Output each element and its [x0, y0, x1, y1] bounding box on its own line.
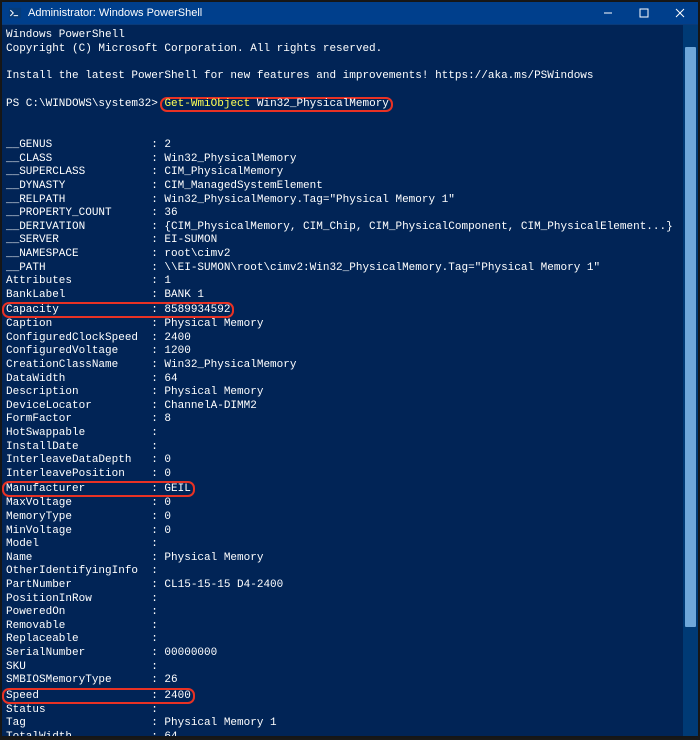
property-row: Manufacturer : GEIL [6, 481, 694, 497]
cmdlet: Get-WmiObject [164, 98, 250, 110]
terminal-output[interactable]: Windows PowerShellCopyright (C) Microsof… [2, 24, 698, 736]
property-row: Replaceable : [6, 633, 694, 647]
close-button[interactable] [662, 2, 698, 24]
scrollbar[interactable] [683, 25, 698, 736]
property-row: Caption : Physical Memory [6, 318, 694, 332]
property-row: InterleavePosition : 0 [6, 468, 694, 482]
property-row: Status : [6, 704, 694, 718]
property-row: InterleaveDataDepth : 0 [6, 454, 694, 468]
property-row: Speed : 2400 [6, 688, 694, 704]
property-row: Tag : Physical Memory 1 [6, 717, 694, 731]
property-row: __NAMESPACE : root\cimv2 [6, 248, 694, 262]
window-title: Administrator: Windows PowerShell [28, 7, 202, 19]
property-row: MinVoltage : 0 [6, 525, 694, 539]
property-row: BankLabel : BANK 1 [6, 289, 694, 303]
prompt-line: PS C:\WINDOWS\system32> Get-WmiObject Wi… [6, 97, 694, 112]
property-row: ConfiguredVoltage : 1200 [6, 345, 694, 359]
property-row: MaxVoltage : 0 [6, 497, 694, 511]
property-row: Capacity : 8589934592 [6, 302, 694, 318]
property-row: InstallDate : [6, 441, 694, 455]
property-row: DataWidth : 64 [6, 373, 694, 387]
property-row: FormFactor : 8 [6, 413, 694, 427]
property-row: __GENUS : 2 [6, 139, 694, 153]
powershell-window: Administrator: Windows PowerShell Window… [2, 2, 698, 736]
property-row: __PROPERTY_COUNT : 36 [6, 207, 694, 221]
property-row: __RELPATH : Win32_PhysicalMemory.Tag="Ph… [6, 194, 694, 208]
property-row: DeviceLocator : ChannelA-DIMM2 [6, 400, 694, 414]
property-row: PartNumber : CL15-15-15 D4-2400 [6, 579, 694, 593]
window-titlebar[interactable]: Administrator: Windows PowerShell [2, 2, 698, 24]
property-row: SerialNumber : 00000000 [6, 647, 694, 661]
property-row: OtherIdentifyingInfo : [6, 565, 694, 579]
property-row: Name : Physical Memory [6, 552, 694, 566]
install-msg: Install the latest PowerShell for new fe… [6, 70, 694, 84]
property-row: PositionInRow : [6, 593, 694, 607]
property-row: HotSwappable : [6, 427, 694, 441]
property-row: __CLASS : Win32_PhysicalMemory [6, 153, 694, 167]
property-row: __SUPERCLASS : CIM_PhysicalMemory [6, 166, 694, 180]
powershell-icon [8, 6, 22, 20]
header-line: Windows PowerShell [6, 29, 694, 43]
property-row: CreationClassName : Win32_PhysicalMemory [6, 359, 694, 373]
property-row: __SERVER : EI-SUMON [6, 234, 694, 248]
header-line: Copyright (C) Microsoft Corporation. All… [6, 43, 694, 57]
property-row: Model : [6, 538, 694, 552]
property-row: SKU : [6, 661, 694, 675]
cmd-arg: Win32_PhysicalMemory [257, 98, 389, 110]
maximize-button[interactable] [626, 2, 662, 24]
property-row: Removable : [6, 620, 694, 634]
property-row: __DYNASTY : CIM_ManagedSystemElement [6, 180, 694, 194]
property-row: Description : Physical Memory [6, 386, 694, 400]
property-row: ConfiguredClockSpeed : 2400 [6, 332, 694, 346]
property-row: TotalWidth : 64 [6, 731, 694, 736]
property-row: Attributes : 1 [6, 275, 694, 289]
property-row: MemoryType : 0 [6, 511, 694, 525]
property-row: SMBIOSMemoryType : 26 [6, 674, 694, 688]
minimize-button[interactable] [590, 2, 626, 24]
property-row: __DERIVATION : {CIM_PhysicalMemory, CIM_… [6, 221, 694, 235]
property-row: PoweredOn : [6, 606, 694, 620]
property-row: __PATH : \\EI-SUMON\root\cimv2:Win32_Phy… [6, 262, 694, 276]
